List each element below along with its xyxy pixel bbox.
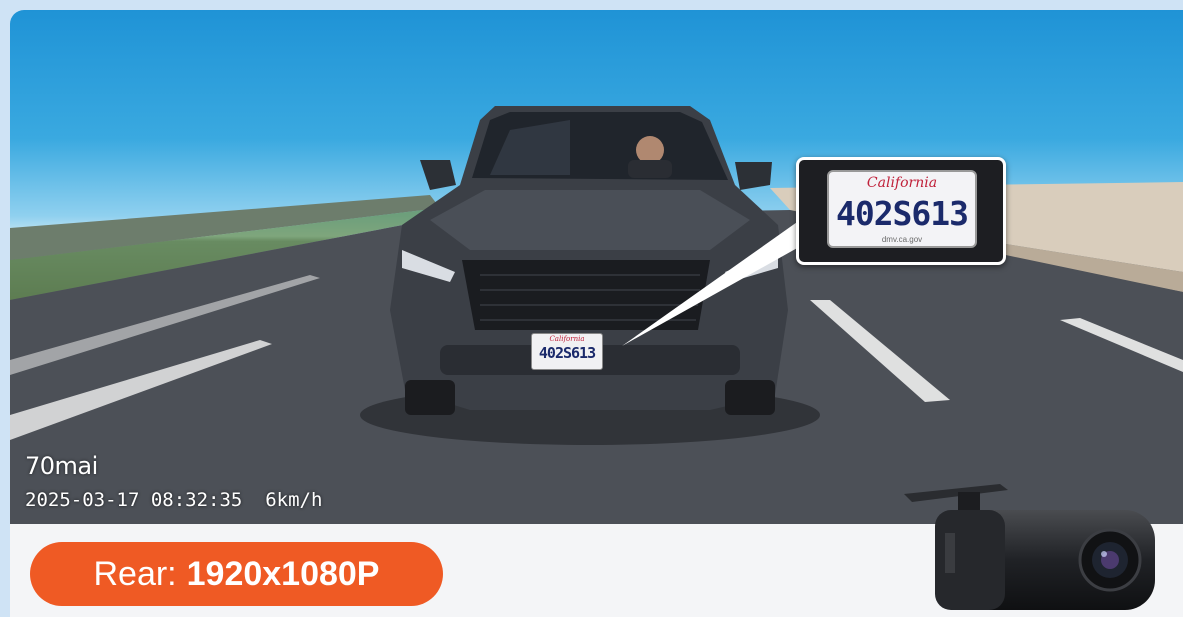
resolution-badge: Rear: 1920x1080P bbox=[30, 542, 443, 606]
rear-camera-icon bbox=[904, 484, 1155, 610]
timestamp-overlay: 2025-03-17 08:32:35 6km/h bbox=[25, 489, 322, 511]
speed-text: 6km/h bbox=[265, 489, 323, 511]
resolution-value: 1920x1080P bbox=[186, 554, 380, 593]
product-card: California 402S613 California 402S613 dm… bbox=[10, 10, 1183, 617]
dashcam-footage-photo: California 402S613 California 402S613 dm… bbox=[10, 10, 1183, 524]
plate-state: California bbox=[549, 335, 585, 343]
license-plate-zoomed: California 402S613 dmv.ca.gov bbox=[827, 170, 977, 248]
plate-website: dmv.ca.gov bbox=[881, 235, 923, 244]
plate-state-zoomed: California bbox=[866, 175, 938, 191]
plate-zoom-callout: California 402S613 dmv.ca.gov bbox=[796, 157, 1006, 265]
plate-number-zoomed: 402S613 bbox=[835, 194, 969, 233]
license-plate-small: California 402S613 bbox=[531, 333, 603, 370]
resolution-label: Rear: bbox=[93, 554, 177, 593]
plate-number: 402S613 bbox=[538, 344, 596, 362]
brand-watermark: 70mai bbox=[25, 452, 98, 480]
road-scene-illustration bbox=[10, 106, 1183, 524]
timestamp-text: 2025-03-17 08:32:35 bbox=[25, 489, 243, 511]
